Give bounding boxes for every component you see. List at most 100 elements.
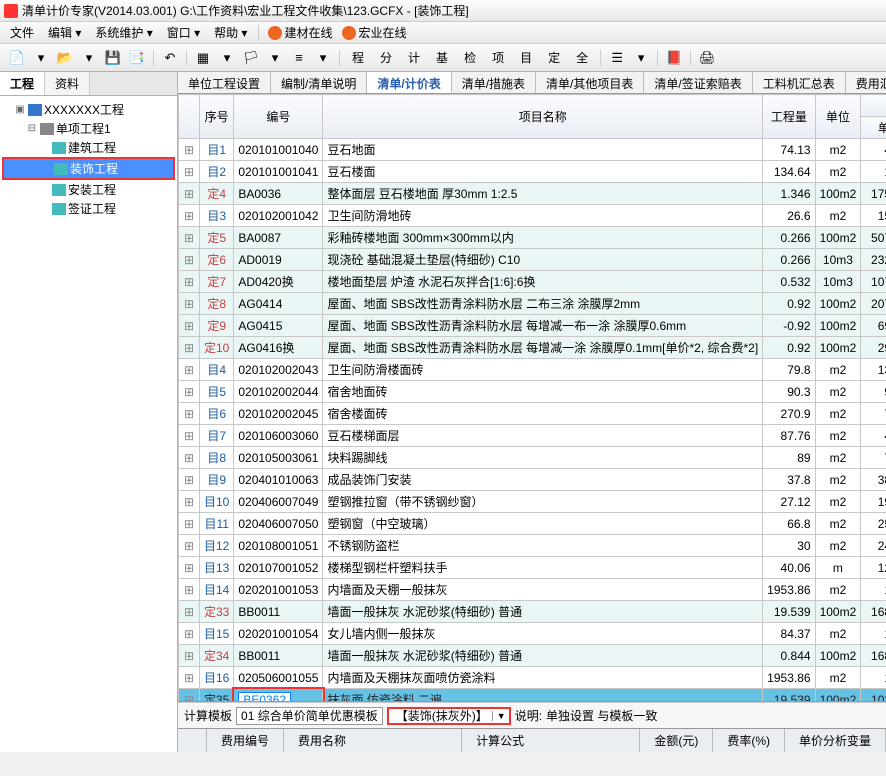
col-unit[interactable]: 单位	[815, 95, 861, 139]
group-button[interactable]: ▦	[192, 47, 214, 69]
cell-code[interactable]: 020102002043	[234, 359, 323, 381]
cell-code[interactable]: BB0011	[234, 645, 323, 667]
expand-icon[interactable]: ⊞	[183, 627, 195, 641]
menu-file[interactable]: 文件	[4, 22, 40, 43]
cell-code[interactable]: 020102002044	[234, 381, 323, 403]
t-ji2[interactable]: 基	[429, 47, 455, 69]
cell-code[interactable]: 020401010063	[234, 469, 323, 491]
tree-leaf-jianzhu[interactable]: 建筑工程	[2, 138, 175, 157]
t-jian[interactable]: 检	[457, 47, 483, 69]
expand-icon[interactable]: ⊞	[183, 473, 195, 487]
tab-unit-setting[interactable]: 单位工程设置	[178, 72, 271, 93]
book-button[interactable]: 📕	[663, 47, 685, 69]
menu-window[interactable]: 窗口 ▾	[161, 22, 206, 43]
new-button[interactable]: 📄	[6, 47, 28, 69]
align-dropdown[interactable]: ▾	[312, 47, 334, 69]
expand-icon[interactable]: ⊞	[183, 275, 195, 289]
tree-sub[interactable]: ⊟ 单项工程1	[2, 119, 175, 138]
collapse-icon[interactable]: ⊟	[26, 123, 38, 134]
table-row[interactable]: ⊞定10AG0416换屋面、地面 SBS改性沥青涂料防水层 每增减一涂 涂膜厚0…	[179, 337, 886, 359]
expand-icon[interactable]: ⊞	[183, 341, 195, 355]
tab-material[interactable]: 工料机汇总表	[753, 72, 846, 93]
link-hongye[interactable]: 宏业在线	[338, 24, 410, 41]
table-row[interactable]: ⊞目13020107001052楼梯型钢栏杆塑料扶手40.06m125.3350…	[179, 557, 886, 579]
cell-code[interactable]: 020107001052	[234, 557, 323, 579]
subtab-feename[interactable]: 费用名称	[284, 729, 462, 752]
list-dropdown[interactable]: ▾	[630, 47, 652, 69]
expand-icon[interactable]: ⊞	[183, 253, 195, 267]
menu-edit[interactable]: 编辑 ▾	[42, 22, 87, 43]
collapse-icon[interactable]: ▣	[14, 104, 26, 115]
cell-code[interactable]: BA0036	[234, 183, 323, 205]
cell-code[interactable]: 020406007049	[234, 491, 323, 513]
t-cheng[interactable]: 程	[345, 47, 371, 69]
expand-icon[interactable]: ⊞	[183, 363, 195, 377]
t-quan[interactable]: 全	[569, 47, 595, 69]
expand-icon[interactable]: ⊞	[183, 165, 195, 179]
cell-code[interactable]: 020201001053	[234, 579, 323, 601]
expand-icon[interactable]: ⊞	[183, 693, 195, 703]
table-row[interactable]: ⊞目11020406007050塑钢窗（中空玻璃）66.8m2254.19169…	[179, 513, 886, 535]
table-row[interactable]: ⊞定5BA0087彩釉砖楼地面 300mm×300mm以内0.266100m25…	[179, 227, 886, 249]
expand-icon[interactable]: ⊞	[183, 517, 195, 531]
expand-icon[interactable]: ⊞	[183, 187, 195, 201]
expand-icon[interactable]: ⊞	[183, 561, 195, 575]
data-grid[interactable]: 序号 编号 项目名称 工程量 单位 综合 单 单价 合价 ⊞目102010100…	[178, 94, 886, 702]
undo-button[interactable]: ↶	[159, 47, 181, 69]
cell-code[interactable]: AG0415	[234, 315, 323, 337]
t-ji[interactable]: 计	[401, 47, 427, 69]
col-uprice[interactable]: 单价	[861, 117, 886, 139]
expand-icon[interactable]: ⊞	[183, 209, 195, 223]
table-row[interactable]: ⊞目5020102002044宿舍地面砖90.3m293.638454.793:	[179, 381, 886, 403]
expand-icon[interactable]: ⊞	[183, 605, 195, 619]
table-row[interactable]: ⊞目4020102002043卫生间防滑楼面砖79.8m2130.1710387…	[179, 359, 886, 381]
new-dropdown[interactable]: ▾	[30, 47, 52, 69]
print-button[interactable]: 🖨	[696, 47, 718, 69]
table-row[interactable]: ⊞定6AD0019现浇砼 基础混凝土垫层(特细砂) C100.26610m323…	[179, 249, 886, 271]
subtab-rate[interactable]: 费率(%)	[713, 729, 785, 752]
cell-code[interactable]: 020102001042	[234, 205, 323, 227]
cell-code[interactable]: 020201001054	[234, 623, 323, 645]
list-button[interactable]: ☰	[606, 47, 628, 69]
table-row[interactable]: ⊞定35BE0362抹灰面 仿瓷涂料 二遍19.539100m21029.202…	[179, 689, 886, 703]
cell-code[interactable]: BA0087	[234, 227, 323, 249]
subtab-amount[interactable]: 金额(元)	[640, 729, 713, 752]
table-row[interactable]: ⊞目14020201001053内墙面及天棚一般抹灰1953.86m216.87…	[179, 579, 886, 601]
table-row[interactable]: ⊞定33BB0011墙面一般抹灰 水泥砂浆(特细砂) 普通19.539100m2…	[179, 601, 886, 623]
table-row[interactable]: ⊞目2020101001041豆石楼面134.64m217.562364.288…	[179, 161, 886, 183]
table-row[interactable]: ⊞目6020102002045宿舍楼面砖270.9m270.3619060.52…	[179, 403, 886, 425]
table-row[interactable]: ⊞目9020401010063成品装饰门安装37.8m2385.8114583.…	[179, 469, 886, 491]
table-row[interactable]: ⊞目10020406007049塑钢推拉窗（带不锈钢纱窗）27.12m2196.…	[179, 491, 886, 513]
subtab-feecode[interactable]: 费用编号	[207, 729, 284, 752]
cell-code[interactable]: AD0420换	[234, 271, 323, 293]
tab-list-price[interactable]: 清单/计价表	[367, 72, 451, 93]
cell-code[interactable]: 020506001055	[234, 667, 323, 689]
open-dropdown[interactable]: ▾	[78, 47, 100, 69]
decoration-combo[interactable]: 【装饰(抹灰外)】 ▼	[387, 707, 511, 725]
table-row[interactable]: ⊞目7020106003060豆石楼梯面层87.76m249.154313.40…	[179, 425, 886, 447]
table-row[interactable]: ⊞目16020506001055内墙面及天棚抹灰面喷仿瓷涂料1953.86m21…	[179, 667, 886, 689]
expand-icon[interactable]: ⊞	[183, 385, 195, 399]
tab-fee[interactable]: 费用汇总表	[846, 72, 886, 93]
table-row[interactable]: ⊞目12020108001051不锈钢防盗栏30m2248.097047.304	[179, 535, 886, 557]
expand-icon[interactable]: ⊞	[183, 143, 195, 157]
table-row[interactable]: ⊞目1020101001040豆石地面74.13m241.053043.041	[179, 139, 886, 161]
cell-code[interactable]: 020106003060	[234, 425, 323, 447]
tree-leaf-qianzheng[interactable]: 签证工程	[2, 199, 175, 218]
tree-leaf-anzhuang[interactable]: 安装工程	[2, 180, 175, 199]
t-xiang[interactable]: 项	[485, 47, 511, 69]
cell-code[interactable]: BE0362	[234, 689, 323, 703]
group-dropdown[interactable]: ▾	[216, 47, 238, 69]
tab-claim[interactable]: 清单/签证索赔表	[644, 72, 752, 93]
cell-code[interactable]: 020105003061	[234, 447, 323, 469]
tree-root[interactable]: ▣ XXXXXXX工程	[2, 100, 175, 119]
expand-icon[interactable]: ⊞	[183, 319, 195, 333]
col-name[interactable]: 项目名称	[323, 95, 763, 139]
cell-code[interactable]: 020108001051	[234, 535, 323, 557]
left-tab-project[interactable]: 工程	[0, 72, 45, 95]
table-row[interactable]: ⊞定9AG0415屋面、地面 SBS改性沥青涂料防水层 每增减一布一涂 涂膜厚0…	[179, 315, 886, 337]
table-row[interactable]: ⊞定4BA0036整体面层 豆石楼地面 厚30mm 1:2.51.346100m…	[179, 183, 886, 205]
cell-code[interactable]: AG0414	[234, 293, 323, 315]
table-row[interactable]: ⊞定8AG0414屋面、地面 SBS改性沥青涂料防水层 二布三涂 涂膜厚2mm0…	[179, 293, 886, 315]
cell-code[interactable]: 020102002045	[234, 403, 323, 425]
